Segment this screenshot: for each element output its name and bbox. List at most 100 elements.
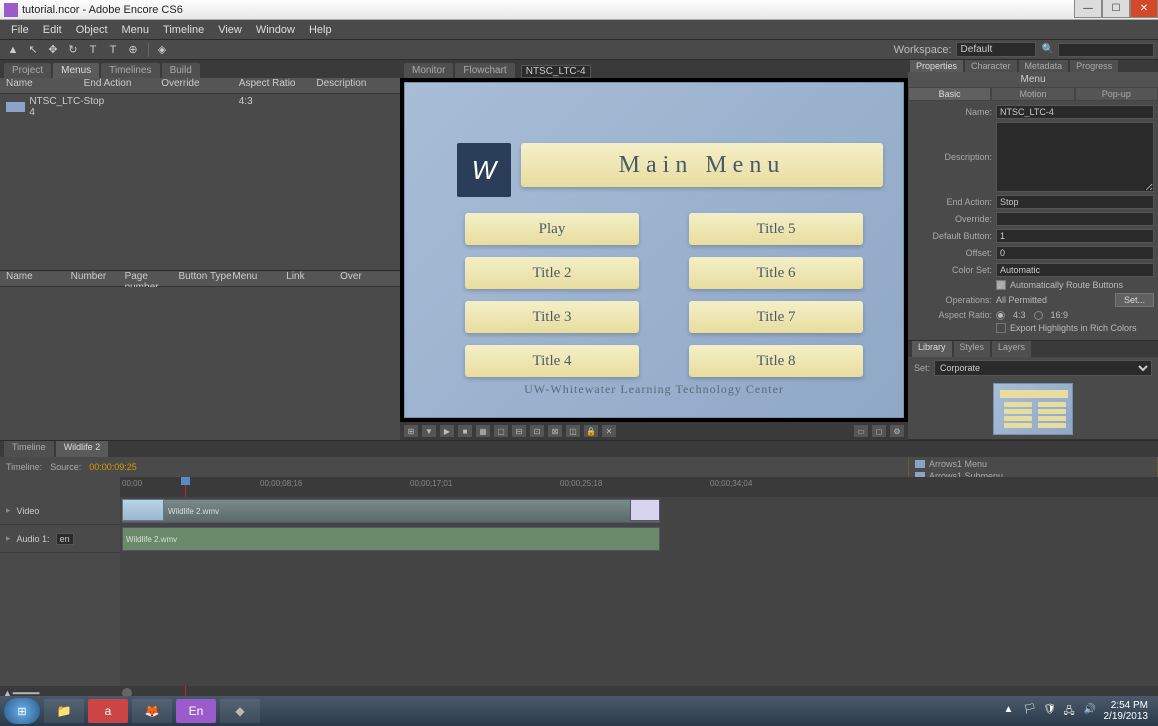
menu-button-title2[interactable]: Title 2 — [465, 257, 639, 289]
new-guide-icon[interactable]: ◫ — [566, 425, 580, 437]
tab-project[interactable]: Project — [4, 63, 51, 78]
tray-show-hidden-icon[interactable]: ▲ — [1004, 704, 1018, 718]
tab-menus[interactable]: Menus — [53, 63, 99, 78]
desc-field[interactable] — [996, 122, 1154, 192]
menu-file[interactable]: File — [4, 22, 36, 38]
tray-shield-icon[interactable]: 🛡 — [1044, 704, 1058, 718]
menu-button-title7[interactable]: Title 7 — [689, 301, 863, 333]
text-tool-icon[interactable]: T — [84, 42, 102, 58]
tab-character[interactable]: Character — [965, 60, 1017, 72]
audio-clip[interactable]: Wildlife 2.wmv — [122, 527, 660, 551]
zoom-dropdown[interactable]: ▼ — [422, 425, 436, 437]
offset-field[interactable]: 0 — [996, 246, 1154, 260]
move-tool-icon[interactable]: ✥ — [44, 42, 62, 58]
start-button[interactable]: ⊞ — [4, 698, 40, 724]
autoroute-checkbox[interactable]: ✓ — [996, 280, 1006, 290]
exportrich-checkbox[interactable] — [996, 323, 1006, 333]
tab-flowchart[interactable]: Flowchart — [455, 63, 514, 78]
set-button[interactable]: Set... — [1115, 293, 1154, 307]
taskbar-firefox-icon[interactable]: 🦊 — [132, 699, 172, 723]
dvd-menu-preview[interactable]: W Main Menu Play Title 5 Title 2 Title 6… — [404, 82, 904, 418]
tab-progress[interactable]: Progress — [1070, 60, 1118, 72]
menu-button-title3[interactable]: Title 3 — [465, 301, 639, 333]
aspect-169-radio[interactable] — [1034, 311, 1043, 320]
col2-link[interactable]: Link — [286, 271, 340, 286]
col2-page[interactable]: Page number — [125, 271, 179, 286]
close-button[interactable]: ✕ — [1130, 0, 1158, 18]
menu-view[interactable]: View — [211, 22, 249, 38]
tray-network-icon[interactable]: 🖧 — [1064, 704, 1078, 718]
taskbar-encore-icon[interactable]: En — [176, 699, 216, 723]
subtab-motion[interactable]: Motion — [991, 87, 1074, 101]
tab-build[interactable]: Build — [162, 63, 200, 78]
expand-icon[interactable]: ▸ — [6, 505, 11, 516]
maximize-button[interactable]: ☐ — [1102, 0, 1130, 18]
stop-icon[interactable]: ■ — [458, 425, 472, 437]
tab-metadata[interactable]: Metadata — [1019, 60, 1069, 72]
name-field[interactable] — [996, 105, 1154, 119]
col2-num[interactable]: Number — [71, 271, 125, 286]
monitor-menu-dropdown[interactable]: NTSC_LTC-4 — [521, 65, 591, 78]
aspect-icon[interactable]: ◻ — [872, 425, 886, 437]
tab-timeline[interactable]: Timeline — [4, 441, 54, 457]
minimize-button[interactable]: — — [1074, 0, 1102, 18]
still-clip[interactable] — [630, 499, 660, 521]
col-name[interactable]: Name — [6, 78, 84, 93]
buttons-list[interactable] — [0, 287, 400, 440]
timeline-ruler[interactable]: 00;00 00;00;08;16 00;00;17;01 00;00;25;1… — [120, 477, 1158, 497]
menu-button-title4[interactable]: Title 4 — [465, 345, 639, 377]
workspace-dropdown[interactable] — [956, 42, 1036, 57]
tab-library[interactable]: Library — [912, 341, 952, 357]
play-icon[interactable]: ▶ — [440, 425, 454, 437]
menu-button-title6[interactable]: Title 6 — [689, 257, 863, 289]
expand-icon[interactable]: ▸ — [6, 533, 11, 544]
route-icon[interactable]: ▦ — [476, 425, 490, 437]
menu-object[interactable]: Object — [69, 22, 115, 38]
subtab-popup[interactable]: Pop-up — [1075, 87, 1158, 101]
defaultbutton-field[interactable]: 1 — [996, 229, 1154, 243]
menu-timeline[interactable]: Timeline — [156, 22, 211, 38]
source-timecode[interactable]: 00:00:09:25 — [89, 462, 137, 472]
override-field[interactable] — [996, 212, 1154, 226]
col2-menu[interactable]: Menu — [232, 271, 286, 286]
col-desc[interactable]: Description — [316, 78, 394, 93]
grid-icon[interactable]: ⊟ — [512, 425, 526, 437]
lock-guides-icon[interactable]: 🔒 — [584, 425, 598, 437]
vertical-text-tool-icon[interactable]: T — [104, 42, 122, 58]
monitor-settings-icon[interactable]: ⚙ — [890, 425, 904, 437]
set-dropdown[interactable]: Corporate — [934, 360, 1152, 376]
menu-window[interactable]: Window — [249, 22, 302, 38]
tab-monitor[interactable]: Monitor — [404, 63, 453, 78]
search-input[interactable] — [1058, 43, 1154, 57]
menu-button-title8[interactable]: Title 8 — [689, 345, 863, 377]
guides-icon[interactable]: ⊡ — [530, 425, 544, 437]
snap-icon[interactable]: ⊠ — [548, 425, 562, 437]
tab-styles[interactable]: Styles — [954, 341, 991, 357]
taskbar-app-icon[interactable]: ◆ — [220, 699, 260, 723]
list-item[interactable]: NTSC_LTC-4 Stop 4:3 — [0, 94, 400, 120]
tray-volume-icon[interactable]: 🔊 — [1084, 704, 1098, 718]
tray-flag-icon[interactable]: 🏳 — [1024, 704, 1038, 718]
zoom-tool-icon[interactable]: ⊕ — [124, 42, 142, 58]
track-area[interactable]: Wildlife 2.wmv Wildlife 2.wmv — [120, 497, 1158, 686]
menu-button-title5[interactable]: Title 5 — [689, 213, 863, 245]
endaction-field[interactable]: Stop — [996, 195, 1154, 209]
menu-edit[interactable]: Edit — [36, 22, 69, 38]
direct-select-tool-icon[interactable]: ↖ — [24, 42, 42, 58]
selection-tool-icon[interactable]: ▲ — [4, 42, 22, 58]
col2-btntype[interactable]: Button Type — [178, 271, 232, 286]
quality-icon[interactable]: ▭ — [854, 425, 868, 437]
menu-button-play[interactable]: Play — [465, 213, 639, 245]
video-track-label[interactable]: ▸Video — [0, 497, 120, 525]
fit-icon[interactable]: ⊞ — [404, 425, 418, 437]
col-override[interactable]: Override — [161, 78, 239, 93]
safe-area-icon[interactable]: ▢ — [494, 425, 508, 437]
preview-tool-icon[interactable]: ◈ — [153, 42, 171, 58]
rotate-tool-icon[interactable]: ↻ — [64, 42, 82, 58]
clock[interactable]: 2:54 PM 2/19/2013 — [1104, 700, 1149, 722]
subtab-basic[interactable]: Basic — [908, 87, 991, 101]
col2-over[interactable]: Over — [340, 271, 394, 286]
taskbar-av-icon[interactable]: a — [88, 699, 128, 723]
menu-help[interactable]: Help — [302, 22, 339, 38]
tab-wildlife[interactable]: Wildlife 2 — [56, 441, 109, 457]
